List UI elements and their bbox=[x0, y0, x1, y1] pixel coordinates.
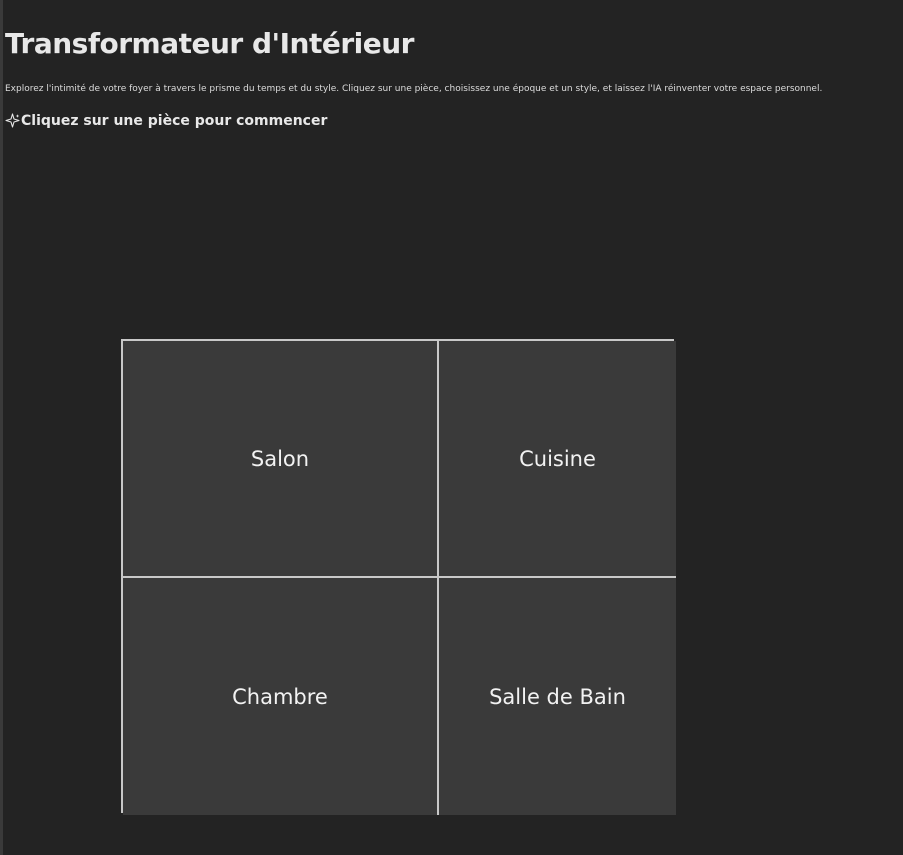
start-prompt-text: Cliquez sur une pièce pour commencer bbox=[21, 113, 328, 129]
room-label-cuisine: Cuisine bbox=[519, 446, 596, 471]
page-intro: Explorez l'intimité de votre foyer à tra… bbox=[5, 84, 823, 94]
page-title: Transformateur d'Intérieur bbox=[5, 27, 414, 60]
start-prompt: Cliquez sur une pièce pour commencer bbox=[5, 112, 328, 129]
room-label-salon: Salon bbox=[250, 446, 310, 471]
room-cuisine[interactable]: Cuisine bbox=[439, 341, 676, 578]
sparkle-icon bbox=[5, 112, 20, 128]
room-salon[interactable]: Salon bbox=[123, 341, 439, 578]
room-label-salle-de-bain: Salle de Bain bbox=[489, 684, 626, 709]
room-label-chambre: Chambre bbox=[232, 684, 328, 709]
room-chambre[interactable]: Chambre bbox=[123, 578, 439, 815]
window-left-edge bbox=[0, 0, 3, 855]
room-salle-de-bain[interactable]: Salle de Bain bbox=[439, 578, 676, 815]
room-grid: Salon Cuisine Chambre Salle de Bain bbox=[121, 339, 676, 815]
